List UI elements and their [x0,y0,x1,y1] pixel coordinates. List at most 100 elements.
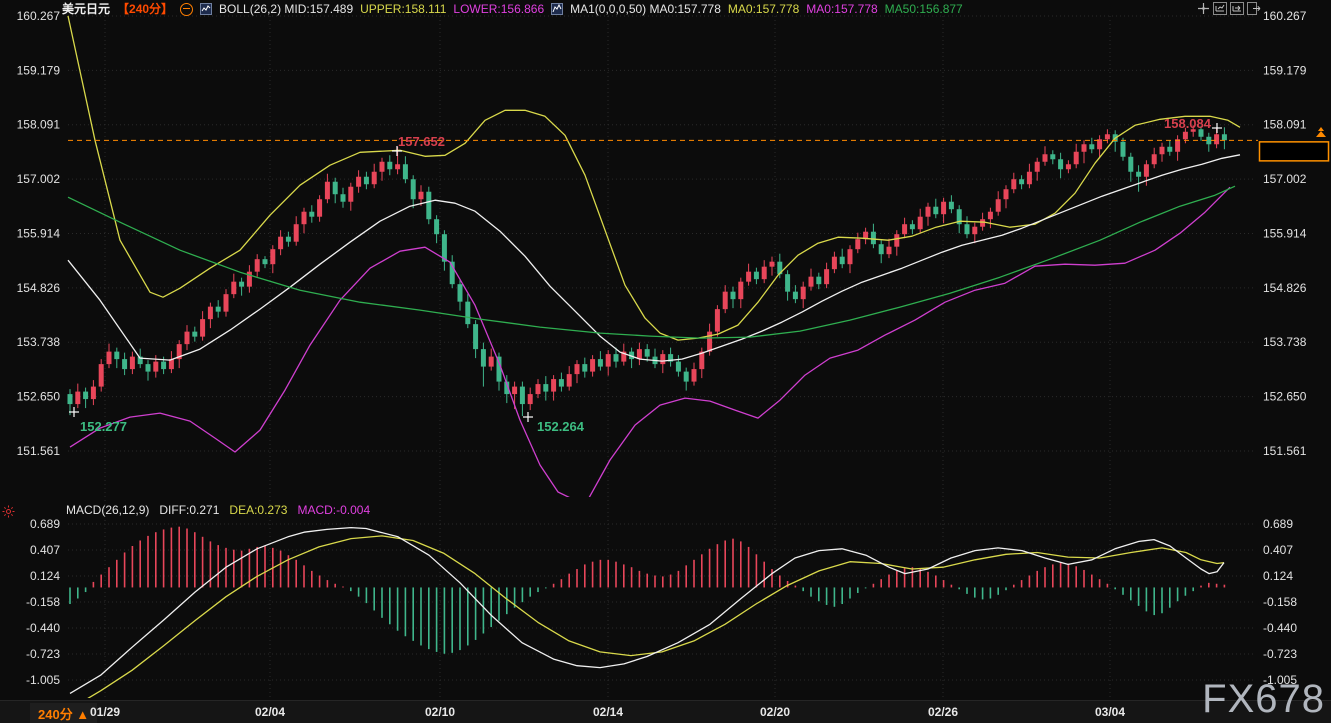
price-axis-label-left: 152.650 [17,390,61,404]
candle-body [458,284,463,301]
candle-body [855,239,860,249]
candle-body [114,352,119,359]
fit-chart-icon[interactable] [1213,2,1227,15]
macd-axis-label-right: 0.407 [1263,543,1293,557]
candle-body [676,362,681,372]
candle-body [1105,134,1110,139]
candle-body [239,282,244,287]
candle-body [606,354,611,366]
macd-axis-label-left: 0.407 [30,543,60,557]
candle-body [270,249,275,264]
candle-body [738,282,743,299]
candle-body [411,179,416,199]
date-label: 02/04 [255,705,285,719]
collapse-indicator-icon[interactable] [180,3,193,16]
candle-body [824,269,829,284]
candle-body [723,292,728,309]
boll-indicator-icon[interactable] [200,3,212,15]
candle-body [473,324,478,349]
candle-body [161,362,166,369]
time-axis-bar: 240分 ▲ 01/2902/0402/1002/1402/2002/2603/… [0,700,1331,723]
price-axis-label-left: 159.179 [17,63,61,77]
price-axis-label-right: 160.267 [1263,9,1307,23]
macd-macd-value: MACD:-0.004 [297,503,370,517]
candle-body [520,387,525,404]
price-axis-label-left: 155.914 [17,227,61,241]
candle-body [910,224,915,229]
date-label: 02/10 [425,705,455,719]
candle-body [107,352,112,364]
macd-axis-label-left: -0.158 [26,595,60,609]
candle-body [1222,134,1227,140]
candle-body [567,374,572,386]
candle-body [512,387,517,394]
candle-body [1136,172,1141,177]
candle-body [286,237,291,242]
extreme-price-label: 152.277 [80,419,127,434]
candle-body [1011,179,1016,189]
candle-body [99,364,104,386]
candle-body [590,359,595,371]
candle-body [949,202,954,209]
candle-body [153,362,158,372]
ma-yellow-legend: MA0:157.778 [728,2,799,16]
candle-body [364,177,369,184]
macd-settings-icon[interactable] [2,505,15,523]
candle-body [894,234,899,246]
move-crosshair-icon[interactable] [1196,2,1210,15]
date-label: 03/04 [1095,705,1125,719]
date-label: 02/20 [760,705,790,719]
candle-body [465,302,470,324]
candle-body [614,354,619,361]
macd-dea-value: DEA:0.273 [229,503,287,517]
date-label: 02/26 [928,705,958,719]
candle-body [341,194,346,201]
price-axis-label-right: 158.091 [1263,118,1307,132]
candle-body [1043,154,1048,161]
symbol-name: 美元日元 [62,2,110,16]
price-axis-label-left: 157.002 [17,172,61,186]
candle-body [1004,189,1009,199]
ma-legend: MA1(0,0,0,50) MA0:157.778 [570,2,721,16]
candle-body [356,177,361,187]
price-axis-label-right: 152.650 [1263,390,1307,404]
candle-body [278,237,283,249]
chart-canvas: 157.652158.084152.277152.264160.267160.2… [0,0,1331,723]
macd-axis-label-left: -1.005 [26,673,60,687]
candle-body [770,262,775,267]
price-axis-label-left: 160.267 [17,9,61,23]
candle-body [200,319,205,336]
candle-body [731,292,736,299]
candle-body [325,182,330,199]
candle-body [1128,157,1133,172]
macd-diff-value: DIFF:0.271 [159,503,219,517]
ma50-legend: MA50:156.877 [885,2,963,16]
price-axis-label-right: 155.914 [1263,227,1307,241]
interval-selector[interactable]: 240分 ▲ [30,703,97,723]
candle-body [75,392,80,404]
candle-body [395,164,400,169]
candle-body [972,227,977,234]
exit-fullscreen-icon[interactable] [1247,2,1261,15]
candle-body [598,359,603,366]
candle-body [645,349,650,356]
candle-body [83,392,88,399]
candle-body [840,257,845,264]
price-axis-label-left: 151.561 [17,444,61,458]
candle-body [785,274,790,291]
price-axis-label-right: 154.826 [1263,281,1307,295]
ma-indicator-icon[interactable] [551,3,563,15]
candle-body [130,357,135,369]
candle-body [754,272,759,279]
macd-axis-label-left: -0.723 [26,647,60,661]
extreme-price-label: 158.084 [1164,116,1212,131]
macd-axis-label-right: -0.158 [1263,595,1297,609]
candle-body [1152,154,1157,164]
candle-body [965,224,970,234]
candle-body [302,212,307,224]
candle-body [294,224,299,241]
candle-body [816,277,821,284]
candle-body [941,202,946,214]
pan-right-icon[interactable] [1230,2,1244,15]
candle-body [902,224,907,234]
